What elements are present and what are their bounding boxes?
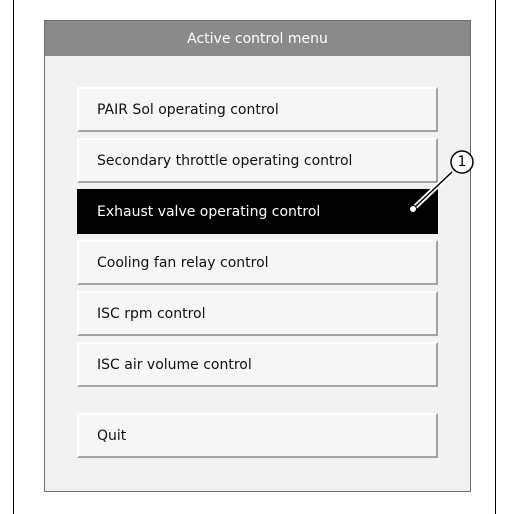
menu-item-isc-air-volume[interactable]: ISC air volume control xyxy=(77,342,438,387)
quit-button[interactable]: Quit xyxy=(77,413,438,458)
menu-item-secondary-throttle[interactable]: Secondary throttle operating control xyxy=(77,138,438,183)
menu-item-isc-rpm[interactable]: ISC rpm control xyxy=(77,291,438,336)
menu-item-cooling-fan-relay[interactable]: Cooling fan relay control xyxy=(77,240,438,285)
window-title: Active control menu xyxy=(45,21,470,56)
active-control-menu-window: Active control menu PAIR Sol operating c… xyxy=(44,20,471,492)
menu-item-pair-sol[interactable]: PAIR Sol operating control xyxy=(77,87,438,132)
menu-item-exhaust-valve[interactable]: Exhaust valve operating control xyxy=(77,189,438,234)
callout-number: 1 xyxy=(457,154,467,170)
